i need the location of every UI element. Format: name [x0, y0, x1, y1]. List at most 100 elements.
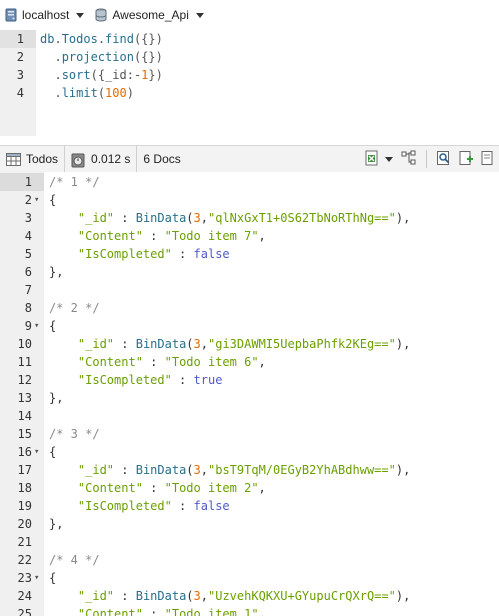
editor-line[interactable]: 1 db.Todos.find({})	[0, 30, 499, 48]
result-line[interactable]: 9 ▾ {	[0, 317, 499, 335]
result-line[interactable]: 25 "Content" : "Todo item 1",	[0, 605, 499, 616]
result-line[interactable]: 17 "_id" : BinData(3,"bsT9TqM/0EGyB2YhAB…	[0, 461, 499, 479]
code-text: /* 2 */	[49, 301, 100, 315]
code-text: "IsCompleted" : false	[77, 499, 230, 513]
host-selector[interactable]: localhost	[4, 0, 85, 30]
line-number: 2	[16, 50, 24, 64]
code-text: "_id" : BinData(3,"gi3DAWMI5UepbaPhfk2KE…	[77, 337, 411, 351]
result-line[interactable]: 7	[0, 281, 499, 299]
host-label: localhost	[22, 8, 70, 22]
line-number: 13	[17, 391, 32, 405]
line-number: 22	[17, 553, 32, 567]
fold-toggle-icon[interactable]: ▾	[34, 317, 42, 335]
result-line[interactable]: 14	[0, 407, 499, 425]
line-number: 12	[17, 373, 32, 387]
result-line[interactable]: 3 "_id" : BinData(3,"qlNxGxT1+0S62TbNoRT…	[0, 209, 499, 227]
code-text: "IsCompleted" : true	[77, 373, 223, 387]
result-line[interactable]: 19 "IsCompleted" : false	[0, 497, 499, 515]
table-icon	[6, 152, 21, 166]
code-text: {	[49, 319, 57, 333]
database-icon	[94, 8, 108, 22]
code-text: /* 1 */	[49, 175, 100, 189]
result-line[interactable]: 22 /* 4 */	[0, 551, 499, 569]
chevron-down-icon[interactable]	[385, 156, 393, 162]
code-text: },	[49, 517, 64, 531]
line-number: 1	[24, 175, 32, 189]
code-text: "_id" : BinData(3,"UzvehKQKXU+GYupuCrQXr…	[77, 589, 411, 603]
results-viewer[interactable]: 1 /* 1 */ 2 ▾{3 "_id" : BinData(3,"qlNxGxT1…	[0, 172, 499, 616]
result-line[interactable]: 20},	[0, 515, 499, 533]
code-text: "Content" : "Todo item 7",	[77, 229, 266, 243]
code-text: .projection({})	[40, 50, 163, 64]
fold-toggle-icon[interactable]: ▾	[34, 443, 42, 461]
database-selector[interactable]: Awesome_Api	[94, 0, 204, 30]
code-text: /* 4 */	[49, 553, 100, 567]
query-time-indicator: 0.012 s	[65, 146, 138, 172]
editor-line[interactable]: 2 .projection({})	[0, 48, 499, 66]
result-line[interactable]: 23 ▾ {	[0, 569, 499, 587]
docs-count-indicator: 6 Docs	[137, 146, 186, 172]
code-text: .limit(100)	[40, 86, 134, 100]
result-line[interactable]: 21	[0, 533, 499, 551]
result-line[interactable]: 18 "Content" : "Todo item 2",	[0, 479, 499, 497]
line-number: 4	[16, 86, 24, 100]
code-text: {	[49, 571, 57, 585]
line-number: 14	[17, 409, 32, 423]
tree-view-icon	[401, 150, 417, 169]
server-icon	[4, 8, 18, 22]
result-line[interactable]: 10 "_id" : BinData(3,"gi3DAWMI5UepbaPhfk…	[0, 335, 499, 353]
edit-document-button[interactable]	[477, 148, 499, 170]
code-text: /* 3 */	[49, 427, 100, 441]
code-text: "Content" : "Todo item 6",	[77, 355, 266, 369]
result-line[interactable]: 6},	[0, 263, 499, 281]
chevron-down-icon	[195, 12, 204, 18]
export-excel-icon	[364, 150, 380, 169]
code-text: "_id" : BinData(3,"qlNxGxT1+0S62TbNoRThN…	[77, 211, 411, 225]
add-document-button[interactable]	[455, 148, 477, 170]
code-text: "IsCompleted" : false	[77, 247, 230, 261]
tree-view-button[interactable]	[398, 148, 420, 170]
line-number: 7	[24, 283, 32, 297]
result-line[interactable]: 2 ▾ {	[0, 191, 499, 209]
editor-line[interactable]: 3 .sort({_id:-1})	[0, 66, 499, 84]
result-line[interactable]: 13},	[0, 389, 499, 407]
line-number: 17	[17, 463, 32, 477]
result-line[interactable]: 1 /* 1 */	[0, 173, 499, 191]
result-line[interactable]: 12 "IsCompleted" : true	[0, 371, 499, 389]
fold-toggle-icon[interactable]: ▾	[34, 191, 42, 209]
results-toolbar: Todos 0.012 s 6 Docs	[0, 145, 499, 173]
result-line[interactable]: 8 /* 2 */	[0, 299, 499, 317]
code-text: "Content" : "Todo item 2",	[77, 481, 266, 495]
line-number: 10	[17, 337, 32, 351]
result-line[interactable]: 11 "Content" : "Todo item 6",	[0, 353, 499, 371]
line-number: 8	[24, 301, 32, 315]
add-document-icon	[458, 150, 474, 169]
line-number: 6	[24, 265, 32, 279]
stopwatch-icon	[71, 153, 86, 167]
docs-count-label: 6 Docs	[143, 152, 181, 166]
line-number: 1	[0, 30, 24, 48]
result-line[interactable]: 4 "Content" : "Todo item 7",	[0, 227, 499, 245]
fold-toggle-icon[interactable]: ▾	[34, 569, 42, 587]
code-text: },	[49, 391, 64, 405]
line-number: 11	[17, 355, 32, 369]
line-number: 24	[17, 589, 32, 603]
line-number: 20	[17, 517, 32, 531]
result-line[interactable]: 15 /* 3 */	[0, 425, 499, 443]
editor-line[interactable]: 4 .limit(100)	[0, 84, 499, 102]
find-button[interactable]	[433, 148, 455, 170]
line-number: 16	[17, 445, 32, 459]
export-button[interactable]	[361, 148, 383, 170]
line-number: 4	[24, 229, 32, 243]
query-editor[interactable]: 1 db.Todos.find({}) 2 .projection({}) 3 .so…	[0, 30, 499, 136]
connection-bar: localhost Awesome_Api	[0, 0, 499, 30]
result-line[interactable]: 16 ▾ {	[0, 443, 499, 461]
line-number: 5	[24, 247, 32, 261]
database-label: Awesome_Api	[112, 8, 189, 22]
collection-label: Todos	[26, 152, 59, 166]
line-number: 21	[17, 535, 32, 549]
result-line[interactable]: 24 "_id" : BinData(3,"UzvehKQKXU+GYupuCr…	[0, 587, 499, 605]
query-time-label: 0.012 s	[91, 152, 131, 166]
result-line[interactable]: 5 "IsCompleted" : false	[0, 245, 499, 263]
line-number: 19	[17, 499, 32, 513]
